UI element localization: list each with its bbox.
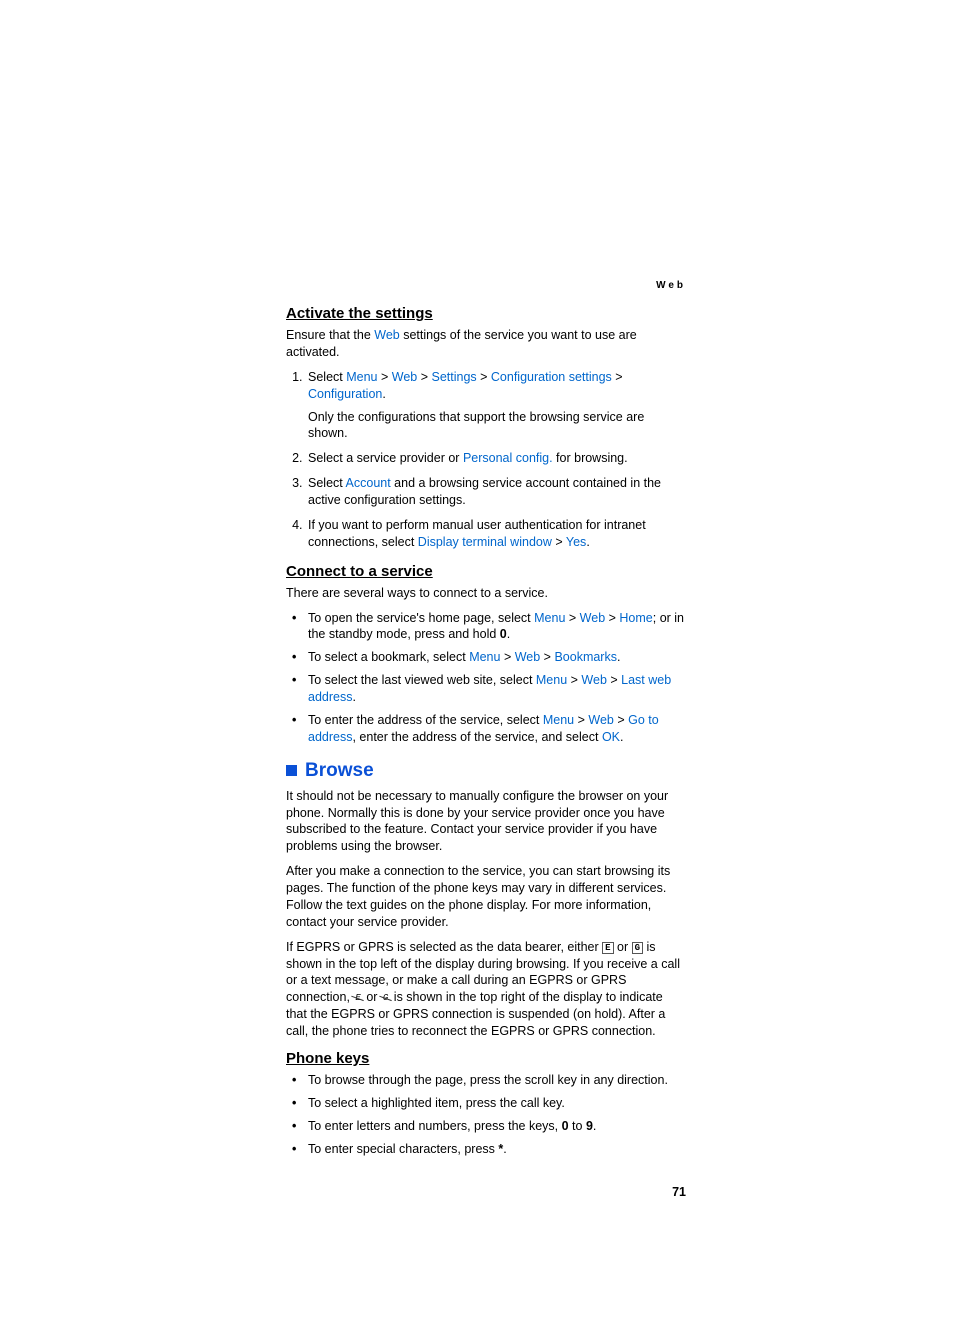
link-display-terminal-window[interactable]: Display terminal window [418, 535, 552, 549]
text: . [507, 627, 510, 641]
link-personal-config[interactable]: Personal config. [463, 451, 553, 465]
bullet-special-chars: To enter special characters, press *. [290, 1141, 686, 1158]
text: . [352, 690, 355, 704]
link-web[interactable]: Web [374, 328, 399, 342]
key-9: 9 [586, 1119, 593, 1133]
egprs-icon: E [602, 942, 613, 954]
browse-p2: After you make a connection to the servi… [286, 863, 686, 931]
text: > [552, 535, 566, 549]
text: Select [308, 476, 346, 490]
link-bookmarks[interactable]: Bookmarks [554, 650, 617, 664]
gprs-suspended-icon: G [381, 993, 390, 1003]
bullet-open-home: To open the service's home page, select … [290, 610, 686, 644]
browse-p3: If EGPRS or GPRS is selected as the data… [286, 939, 686, 1040]
bullet-number-keys: To enter letters and numbers, press the … [290, 1118, 686, 1135]
text: > [574, 713, 588, 727]
step-4: If you want to perform manual user authe… [306, 517, 686, 551]
text: To select the last viewed web site, sele… [308, 673, 536, 687]
egprs-suspended-icon: E [353, 993, 362, 1003]
text: To open the service's home page, select [308, 611, 534, 625]
text: To enter special characters, press [308, 1142, 498, 1156]
text: To select a bookmark, select [308, 650, 469, 664]
text: > [540, 650, 554, 664]
link-home[interactable]: Home [619, 611, 652, 625]
link-configuration-settings[interactable]: Configuration settings [491, 370, 612, 384]
text: To enter the address of the service, sel… [308, 713, 543, 727]
key-0: 0 [562, 1119, 569, 1133]
text: > [500, 650, 514, 664]
heading-activate-settings: Activate the settings [286, 305, 686, 322]
link-web[interactable]: Web [581, 673, 606, 687]
bullet-call-key: To select a highlighted item, press the … [290, 1095, 686, 1112]
heading-connect-service: Connect to a service [286, 563, 686, 580]
text: . [620, 730, 623, 744]
heading-phone-keys: Phone keys [286, 1050, 686, 1067]
page-number: 71 [286, 1185, 686, 1199]
text: > [614, 713, 628, 727]
link-menu[interactable]: Menu [534, 611, 565, 625]
text: > [477, 370, 491, 384]
text: for browsing. [553, 451, 628, 465]
link-account[interactable]: Account [346, 476, 391, 490]
activate-steps: Select Menu > Web > Settings > Configura… [286, 369, 686, 551]
step-1-note: Only the configurations that support the… [308, 409, 686, 443]
link-menu[interactable]: Menu [346, 370, 377, 384]
activate-intro: Ensure that the Web settings of the serv… [286, 327, 686, 361]
heading-browse-wrap: Browse [286, 760, 686, 782]
gprs-icon: G [632, 942, 643, 954]
text: . [586, 535, 589, 549]
link-web[interactable]: Web [588, 713, 613, 727]
bullet-last-web: To select the last viewed web site, sele… [290, 672, 686, 706]
text: > [417, 370, 431, 384]
document-page: Web Activate the settings Ensure that th… [0, 0, 954, 1319]
key-0: 0 [500, 627, 507, 641]
link-ok[interactable]: OK [602, 730, 620, 744]
connect-intro: There are several ways to connect to a s… [286, 585, 686, 602]
text: > [565, 611, 579, 625]
connect-bullets: To open the service's home page, select … [286, 610, 686, 746]
bullet-bookmark: To select a bookmark, select Menu > Web … [290, 649, 686, 666]
link-configuration[interactable]: Configuration [308, 387, 382, 401]
link-web[interactable]: Web [392, 370, 417, 384]
heading-browse: Browse [305, 760, 374, 782]
text: To enter letters and numbers, press the … [308, 1119, 562, 1133]
text: > [567, 673, 581, 687]
text: > [612, 370, 623, 384]
text: > [378, 370, 392, 384]
text: to [569, 1119, 586, 1133]
text: > [605, 611, 619, 625]
text: , enter the address of the service, and … [352, 730, 601, 744]
link-menu[interactable]: Menu [469, 650, 500, 664]
bullet-go-to-address: To enter the address of the service, sel… [290, 712, 686, 746]
text: Select a service provider or [308, 451, 463, 465]
text: > [607, 673, 621, 687]
text: . [503, 1142, 506, 1156]
step-1: Select Menu > Web > Settings > Configura… [306, 369, 686, 443]
text: . [382, 387, 385, 401]
text: or [617, 940, 632, 954]
text: or [366, 990, 381, 1004]
text: If EGPRS or GPRS is selected as the data… [286, 940, 602, 954]
link-menu[interactable]: Menu [543, 713, 574, 727]
phone-keys-bullets: To browse through the page, press the sc… [286, 1072, 686, 1158]
link-settings[interactable]: Settings [431, 370, 476, 384]
browse-p1: It should not be necessary to manually c… [286, 788, 686, 856]
text: Select [308, 370, 346, 384]
link-yes[interactable]: Yes [566, 535, 586, 549]
bullet-scroll: To browse through the page, press the sc… [290, 1072, 686, 1089]
square-bullet-icon [286, 765, 297, 776]
step-3: Select Account and a browsing service ac… [306, 475, 686, 509]
text: . [593, 1119, 596, 1133]
section-header: Web [286, 280, 686, 291]
step-2: Select a service provider or Personal co… [306, 450, 686, 467]
text: . [617, 650, 620, 664]
text: Ensure that the [286, 328, 374, 342]
link-menu[interactable]: Menu [536, 673, 567, 687]
link-web[interactable]: Web [580, 611, 605, 625]
link-web[interactable]: Web [515, 650, 540, 664]
